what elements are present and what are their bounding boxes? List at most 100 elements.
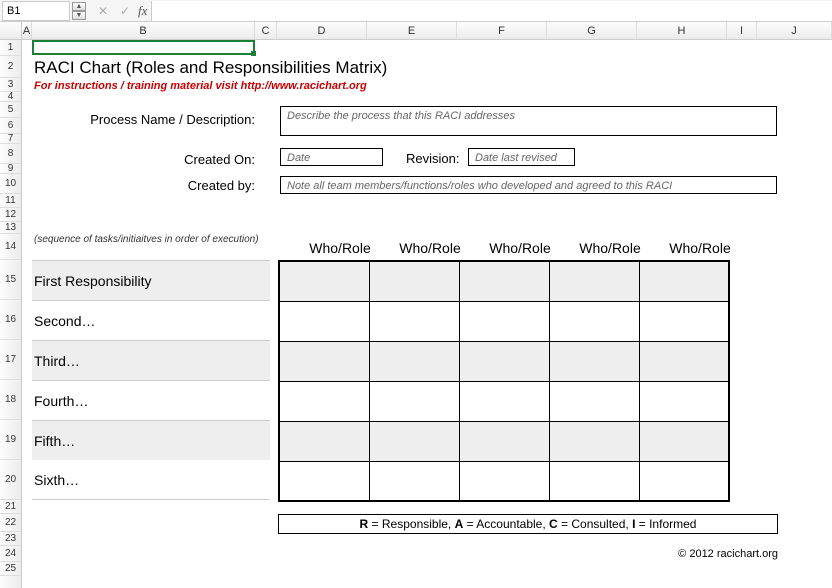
raci-cell[interactable] bbox=[639, 341, 729, 381]
raci-cell[interactable] bbox=[639, 301, 729, 341]
responsibility-3[interactable]: Third… bbox=[32, 340, 270, 380]
role-header-3[interactable]: Who/Role bbox=[475, 240, 565, 256]
table-row bbox=[279, 261, 729, 301]
raci-cell[interactable] bbox=[459, 421, 549, 461]
row-header[interactable]: 12 bbox=[0, 208, 21, 222]
row-header[interactable]: 19 bbox=[0, 420, 21, 460]
fx-icon[interactable]: fx bbox=[138, 3, 147, 19]
raci-cell[interactable] bbox=[369, 381, 459, 421]
raci-cell[interactable] bbox=[459, 301, 549, 341]
raci-cell[interactable] bbox=[549, 301, 639, 341]
raci-cell[interactable] bbox=[639, 381, 729, 421]
row-header[interactable]: 13 bbox=[0, 222, 21, 234]
row-header[interactable]: 23 bbox=[0, 532, 21, 546]
col-header-h[interactable]: H bbox=[637, 22, 727, 39]
row-header[interactable]: 7 bbox=[0, 134, 21, 144]
row-header[interactable]: 6 bbox=[0, 118, 21, 134]
raci-legend: R = Responsible, A = Accountable, C = Co… bbox=[278, 514, 778, 534]
row-header[interactable]: 24 bbox=[0, 546, 21, 562]
row-header[interactable]: 25 bbox=[0, 562, 21, 576]
raci-cell[interactable] bbox=[279, 301, 369, 341]
raci-cell[interactable] bbox=[369, 301, 459, 341]
responsibility-2[interactable]: Second… bbox=[32, 300, 270, 340]
stepper-up-icon[interactable]: ▲ bbox=[72, 2, 86, 11]
col-header-a[interactable]: A bbox=[22, 22, 32, 39]
role-header-2[interactable]: Who/Role bbox=[385, 240, 475, 256]
row-header[interactable]: 3 bbox=[0, 78, 21, 92]
col-header-c[interactable]: C bbox=[255, 22, 277, 39]
raci-cell[interactable] bbox=[369, 341, 459, 381]
col-header-i[interactable]: I bbox=[727, 22, 757, 39]
select-all-corner[interactable] bbox=[0, 22, 22, 39]
raci-cell[interactable] bbox=[279, 381, 369, 421]
raci-cell[interactable] bbox=[279, 261, 369, 301]
table-row bbox=[279, 301, 729, 341]
legend-c-text: = Consulted, bbox=[558, 517, 632, 531]
role-header-5[interactable]: Who/Role bbox=[655, 240, 745, 256]
legend-c: C bbox=[549, 517, 558, 531]
raci-cell[interactable] bbox=[549, 381, 639, 421]
row-header[interactable]: 1 bbox=[0, 40, 21, 56]
name-box[interactable]: B1 bbox=[2, 1, 70, 21]
input-created-by[interactable]: Note all team members/functions/roles wh… bbox=[280, 176, 777, 194]
raci-cell[interactable] bbox=[549, 261, 639, 301]
raci-cell[interactable] bbox=[549, 421, 639, 461]
stepper-down-icon[interactable]: ▼ bbox=[72, 11, 86, 20]
cancel-formula-icon[interactable]: ✕ bbox=[93, 1, 113, 21]
raci-cell[interactable] bbox=[369, 421, 459, 461]
sheet-content[interactable]: RACI Chart (Roles and Responsibilities M… bbox=[22, 40, 832, 588]
responsibility-1[interactable]: First Responsibility bbox=[32, 260, 270, 300]
row-header[interactable]: 20 bbox=[0, 460, 21, 500]
row-header[interactable]: 18 bbox=[0, 380, 21, 420]
raci-cell[interactable] bbox=[459, 261, 549, 301]
col-header-d[interactable]: D bbox=[277, 22, 367, 39]
formula-bar: B1 ▲ ▼ ✕ ✓ fx bbox=[0, 0, 832, 22]
col-header-g[interactable]: G bbox=[547, 22, 637, 39]
row-header[interactable]: 9 bbox=[0, 164, 21, 174]
role-header-1[interactable]: Who/Role bbox=[295, 240, 385, 256]
role-header-4[interactable]: Who/Role bbox=[565, 240, 655, 256]
formula-input[interactable] bbox=[151, 1, 832, 21]
instructions-link[interactable]: For instructions / training material vis… bbox=[34, 80, 367, 92]
responsibility-4[interactable]: Fourth… bbox=[32, 380, 270, 420]
row-header[interactable]: 14 bbox=[0, 234, 21, 260]
col-header-b[interactable]: B bbox=[32, 22, 255, 39]
responsibility-5[interactable]: Fifth… bbox=[32, 420, 270, 460]
raci-cell[interactable] bbox=[549, 341, 639, 381]
row-header[interactable]: 11 bbox=[0, 194, 21, 208]
raci-grid bbox=[278, 260, 730, 502]
raci-cell[interactable] bbox=[459, 341, 549, 381]
row-header[interactable]: 17 bbox=[0, 340, 21, 380]
raci-cell[interactable] bbox=[639, 461, 729, 501]
col-header-j[interactable]: J bbox=[757, 22, 832, 39]
row-header[interactable]: 21 bbox=[0, 500, 21, 514]
col-header-f[interactable]: F bbox=[457, 22, 547, 39]
row-header[interactable]: 5 bbox=[0, 102, 21, 118]
col-header-e[interactable]: E bbox=[367, 22, 457, 39]
raci-cell[interactable] bbox=[279, 341, 369, 381]
raci-cell[interactable] bbox=[279, 421, 369, 461]
raci-cell[interactable] bbox=[369, 261, 459, 301]
raci-cell[interactable] bbox=[639, 261, 729, 301]
input-revision[interactable]: Date last revised bbox=[468, 148, 575, 166]
row-header[interactable]: 10 bbox=[0, 174, 21, 194]
raci-cell[interactable] bbox=[369, 461, 459, 501]
row-header[interactable]: 4 bbox=[0, 92, 21, 102]
input-process-description[interactable]: Describe the process that this RACI addr… bbox=[280, 106, 777, 136]
raci-cell[interactable] bbox=[549, 461, 639, 501]
responsibility-6[interactable]: Sixth… bbox=[32, 460, 270, 500]
raci-cell[interactable] bbox=[459, 381, 549, 421]
input-created-on[interactable]: Date bbox=[280, 148, 383, 166]
accept-formula-icon[interactable]: ✓ bbox=[115, 1, 135, 21]
row-header[interactable]: 16 bbox=[0, 300, 21, 340]
row-header[interactable]: 8 bbox=[0, 144, 21, 164]
row-header[interactable]: 2 bbox=[0, 56, 21, 78]
legend-r: R bbox=[360, 517, 369, 531]
raci-cell[interactable] bbox=[459, 461, 549, 501]
raci-cell[interactable] bbox=[279, 461, 369, 501]
raci-cell[interactable] bbox=[639, 421, 729, 461]
name-box-stepper[interactable]: ▲ ▼ bbox=[72, 2, 86, 20]
sequence-note: (sequence of tasks/initiaitves in order … bbox=[34, 234, 264, 245]
row-header[interactable]: 15 bbox=[0, 260, 21, 300]
row-header[interactable]: 22 bbox=[0, 514, 21, 532]
